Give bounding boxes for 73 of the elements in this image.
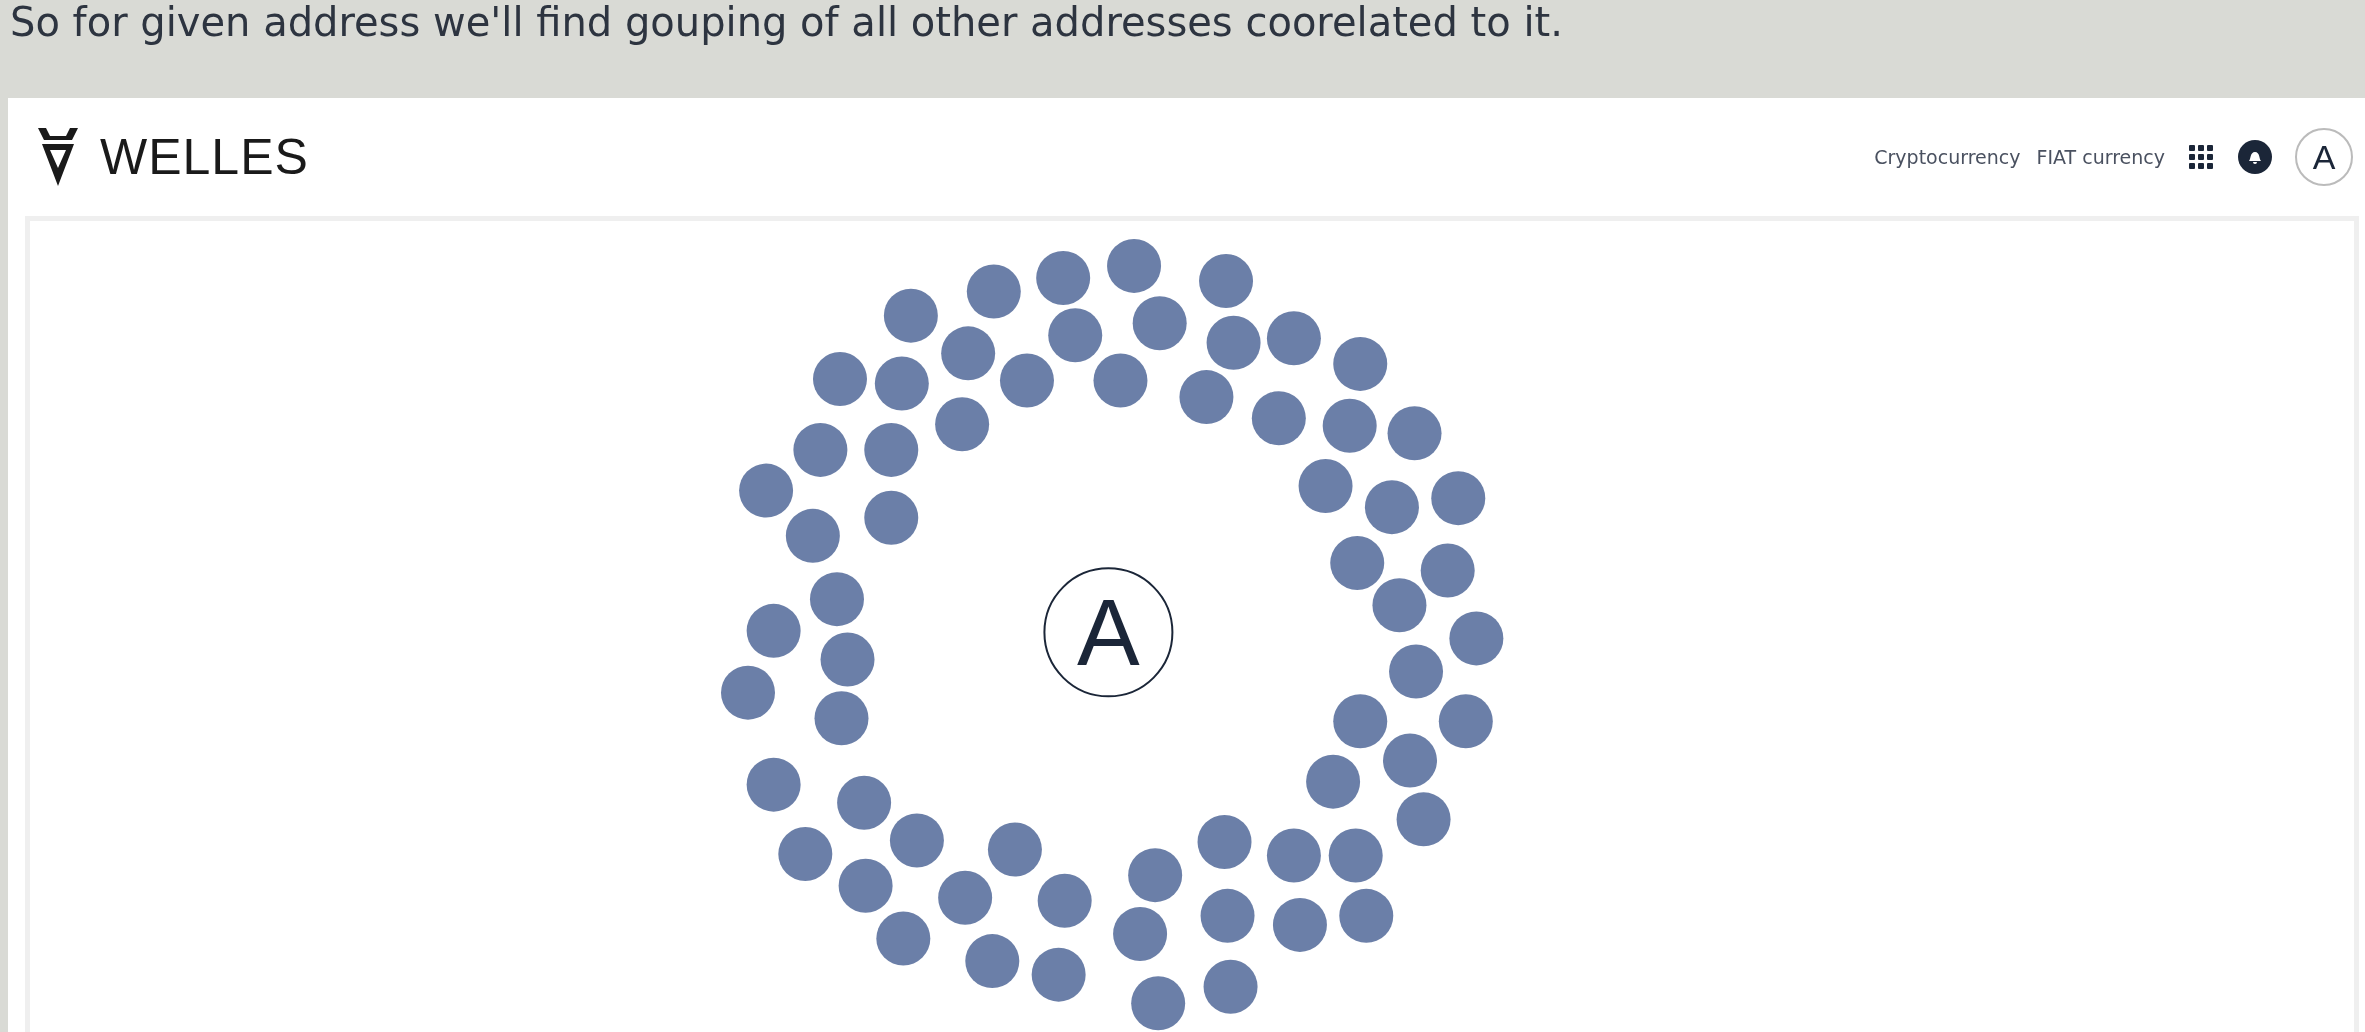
address-node[interactable] (1036, 250, 1091, 305)
address-node[interactable] (1298, 459, 1353, 514)
address-node[interactable] (739, 463, 794, 518)
brand-name: WELLES (100, 128, 309, 186)
address-node[interactable] (1449, 611, 1504, 666)
address-node[interactable] (838, 858, 893, 913)
address-node[interactable] (1199, 254, 1254, 308)
address-node[interactable] (864, 422, 919, 477)
address-node[interactable] (1203, 959, 1258, 1014)
address-node[interactable] (1251, 391, 1306, 446)
address-node[interactable] (874, 356, 929, 411)
address-node[interactable] (941, 326, 996, 381)
apps-grid-icon[interactable] (2187, 143, 2215, 171)
address-node[interactable] (965, 934, 1020, 989)
address-node[interactable] (935, 397, 990, 452)
address-node[interactable] (1438, 694, 1493, 749)
address-node[interactable] (1333, 694, 1388, 749)
address-node[interactable] (1328, 828, 1383, 883)
address-node[interactable] (966, 264, 1021, 319)
address-node[interactable] (1372, 578, 1427, 633)
address-node[interactable] (1387, 406, 1442, 461)
address-node[interactable] (1132, 296, 1187, 351)
user-avatar[interactable]: A (2295, 128, 2353, 186)
address-node[interactable] (876, 911, 931, 966)
address-node[interactable] (1206, 315, 1261, 370)
address-node[interactable] (1128, 848, 1183, 903)
address-node[interactable] (1000, 353, 1054, 408)
address-node[interactable] (1272, 897, 1327, 952)
address-node[interactable] (1266, 311, 1321, 366)
address-node[interactable] (889, 813, 944, 868)
address-node[interactable] (1179, 370, 1234, 425)
address-node[interactable] (1330, 536, 1385, 590)
address-node[interactable] (1113, 906, 1168, 961)
address-node[interactable] (1389, 644, 1444, 699)
address-node[interactable] (938, 870, 993, 925)
address-node[interactable] (1364, 480, 1419, 535)
address-node[interactable] (987, 822, 1042, 877)
address-node[interactable] (1037, 873, 1092, 928)
address-node[interactable] (1031, 947, 1086, 1002)
address-node[interactable] (1266, 828, 1321, 883)
address-node[interactable] (746, 603, 801, 658)
address-node[interactable] (1197, 814, 1252, 869)
address-node[interactable] (864, 490, 919, 545)
address-node[interactable] (778, 827, 833, 881)
address-node[interactable] (1048, 308, 1103, 363)
address-node[interactable] (1431, 471, 1486, 526)
address-node[interactable] (1383, 733, 1437, 788)
address-node[interactable] (1200, 888, 1255, 943)
address-node[interactable] (883, 288, 938, 343)
address-node[interactable] (1339, 888, 1394, 943)
address-node[interactable] (1107, 238, 1162, 293)
address-node[interactable] (1396, 792, 1451, 847)
notification-bell-icon[interactable] (2237, 139, 2273, 175)
address-node[interactable] (837, 775, 892, 830)
nav-link[interactable]: Cryptocurrency (1874, 146, 2021, 168)
address-node[interactable] (1333, 336, 1388, 391)
address-node[interactable] (1093, 353, 1148, 408)
address-node[interactable] (1306, 754, 1361, 809)
address-node[interactable] (820, 632, 875, 687)
address-node[interactable] (721, 665, 775, 720)
caption-text: So for given address we'll find gouping of all other addresses coorelated to it. (10, 0, 1564, 44)
address-node[interactable] (746, 757, 801, 812)
address-node[interactable] (1420, 543, 1475, 598)
address-node[interactable] (793, 422, 848, 477)
address-node[interactable] (785, 508, 840, 563)
address-node[interactable] (1131, 976, 1186, 1031)
address-node[interactable] (1322, 398, 1377, 453)
nav-link[interactable]: FIAT currency (2036, 146, 2165, 168)
address-node[interactable] (814, 691, 869, 746)
address-node[interactable] (813, 352, 867, 406)
address-node[interactable] (809, 572, 864, 627)
logo-icon (36, 126, 80, 188)
center-address-node[interactable]: A (1043, 567, 1174, 698)
